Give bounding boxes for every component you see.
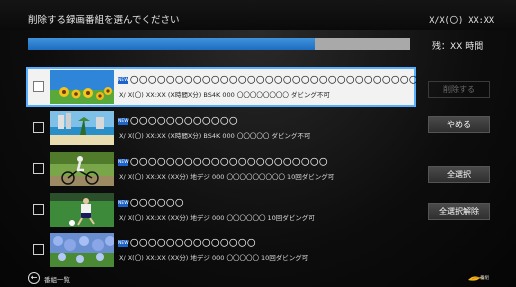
thumbnail (50, 70, 114, 104)
recording-row[interactable]: NEW 〇〇〇〇〇〇〇〇〇〇〇〇〇〇 X/ X(〇) XX:XX (XX分) 地… (28, 232, 414, 268)
thumbnail (50, 193, 114, 227)
program-meta: X/ X(〇) XX:XX (XX分) 地デジ 000 〇〇〇〇〇〇 10回ダビ… (119, 214, 315, 222)
storage-progress-fill (28, 38, 315, 50)
thumbnail (50, 111, 114, 145)
logo-text: 番組 (480, 276, 489, 281)
screen: 削除する録画番組を選んでください X/X(〇) XX:XX 残：XX 時間 NE… (0, 0, 516, 287)
program-meta: X/ X(〇) XX:XX (XX分) 地デジ 000 〇〇〇〇〇〇〇〇〇 10… (119, 173, 335, 181)
thumbnail (50, 233, 114, 267)
cancel-button[interactable]: やめる (428, 116, 490, 133)
recording-row[interactable]: NEW 〇〇〇〇〇〇 X/ X(〇) XX:XX (XX分) 地デジ 000 〇… (28, 192, 414, 228)
new-badge: NEW (118, 200, 129, 207)
recording-row[interactable]: NEW 〇〇〇〇〇〇〇〇〇〇〇〇〇〇〇〇〇〇〇〇〇〇〇〇〇〇〇〇〇〇〇〇 X/ … (26, 67, 418, 107)
new-badge: NEW (118, 118, 129, 125)
page-title: 削除する録画番組を選んでください (28, 15, 180, 26)
program-title: 〇〇〇〇〇〇〇〇〇〇〇〇 (130, 117, 239, 127)
delete-button[interactable]: 削除する (428, 81, 490, 98)
program-title: 〇〇〇〇〇〇〇〇〇〇〇〇〇〇 (130, 239, 257, 249)
checkbox[interactable] (33, 81, 44, 92)
back-icon[interactable]: ← (28, 272, 40, 284)
storage-progress-bar (28, 38, 410, 50)
program-title: 〇〇〇〇〇〇〇〇〇〇〇〇〇〇〇〇〇〇〇〇〇〇 (130, 158, 329, 168)
clock: X/X(〇) XX:XX (429, 16, 494, 26)
program-meta: X/ X(〇) XX:XX (X時間X分) BS4K 000 〇〇〇〇〇〇〇〇 … (119, 91, 330, 99)
checkbox[interactable] (33, 204, 44, 215)
program-title: 〇〇〇〇〇〇〇〇〇〇〇〇〇〇〇〇〇〇〇〇〇〇〇〇〇〇〇〇〇〇〇〇 (130, 76, 419, 86)
program-meta: X/ X(〇) XX:XX (X時間X分) BS4K 000 〇〇〇〇〇 ダビン… (119, 132, 311, 140)
select-all-button[interactable]: 全選択 (428, 166, 490, 183)
deselect-all-button[interactable]: 全選択解除 (428, 203, 490, 220)
new-badge: NEW (118, 159, 129, 166)
back-label: 番組一覧 (44, 276, 70, 284)
checkbox[interactable] (33, 163, 44, 174)
remaining-time: 残：XX 時間 (432, 42, 484, 52)
recording-row[interactable]: NEW 〇〇〇〇〇〇〇〇〇〇〇〇〇〇〇〇〇〇〇〇〇〇 X/ X(〇) XX:XX… (28, 151, 414, 187)
new-badge: NEW (118, 77, 129, 84)
program-meta: X/ X(〇) XX:XX (XX分) 地デジ 000 〇〇〇〇〇 10回ダビン… (119, 254, 309, 262)
recording-row[interactable]: NEW 〇〇〇〇〇〇〇〇〇〇〇〇 X/ X(〇) XX:XX (X時間X分) B… (28, 110, 414, 146)
thumbnail (50, 152, 114, 186)
checkbox[interactable] (33, 244, 44, 255)
checkbox[interactable] (33, 122, 44, 133)
new-badge: NEW (118, 240, 129, 247)
program-title: 〇〇〇〇〇〇 (130, 199, 185, 209)
